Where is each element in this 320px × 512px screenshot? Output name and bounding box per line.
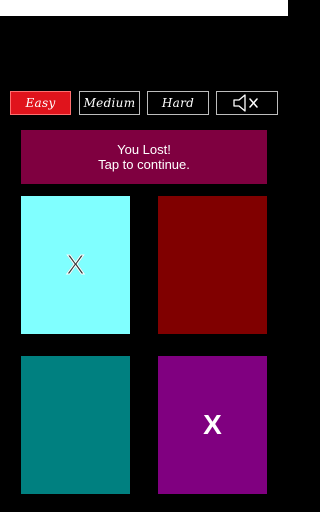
difficulty-bar: Easy Medium Hard xyxy=(10,91,278,117)
hard-label: Hard xyxy=(161,96,195,110)
tile-mark: X xyxy=(203,409,222,440)
speaker-muted-icon xyxy=(233,94,258,112)
medium-button[interactable]: Medium xyxy=(79,91,140,115)
message-subtitle: Tap to continue. xyxy=(98,157,190,172)
easy-button[interactable]: Easy xyxy=(10,91,71,115)
message-title: You Lost! xyxy=(117,142,171,157)
tile-teal[interactable] xyxy=(21,356,130,494)
easy-label: Easy xyxy=(25,96,56,110)
tile-dark-red[interactable] xyxy=(158,196,267,334)
hard-button[interactable]: Hard xyxy=(147,91,209,115)
tile-purple[interactable]: X xyxy=(158,356,267,494)
game-over-message[interactable]: You Lost! Tap to continue. xyxy=(21,130,267,184)
sound-toggle-button[interactable] xyxy=(216,91,278,115)
tile-cyan[interactable]: X xyxy=(21,196,130,334)
medium-label: Medium xyxy=(83,96,136,110)
tile-mark: X xyxy=(66,249,86,281)
status-bar xyxy=(0,0,288,16)
